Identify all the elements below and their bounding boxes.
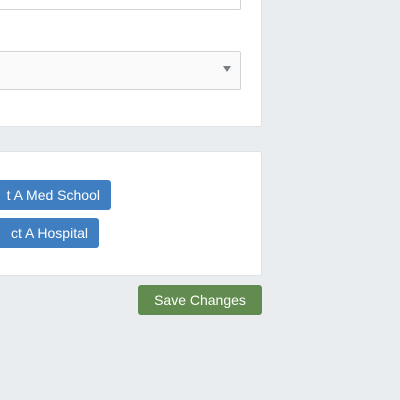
select-hospital-button[interactable]: ct A Hospital <box>0 218 99 248</box>
associations-panel <box>0 151 262 276</box>
select-med-school-button[interactable]: t A Med School <box>0 180 111 210</box>
save-changes-button[interactable]: Save Changes <box>138 285 262 315</box>
dropdown-select[interactable] <box>0 51 241 90</box>
chevron-down-icon <box>223 66 231 72</box>
text-field[interactable] <box>0 0 241 10</box>
